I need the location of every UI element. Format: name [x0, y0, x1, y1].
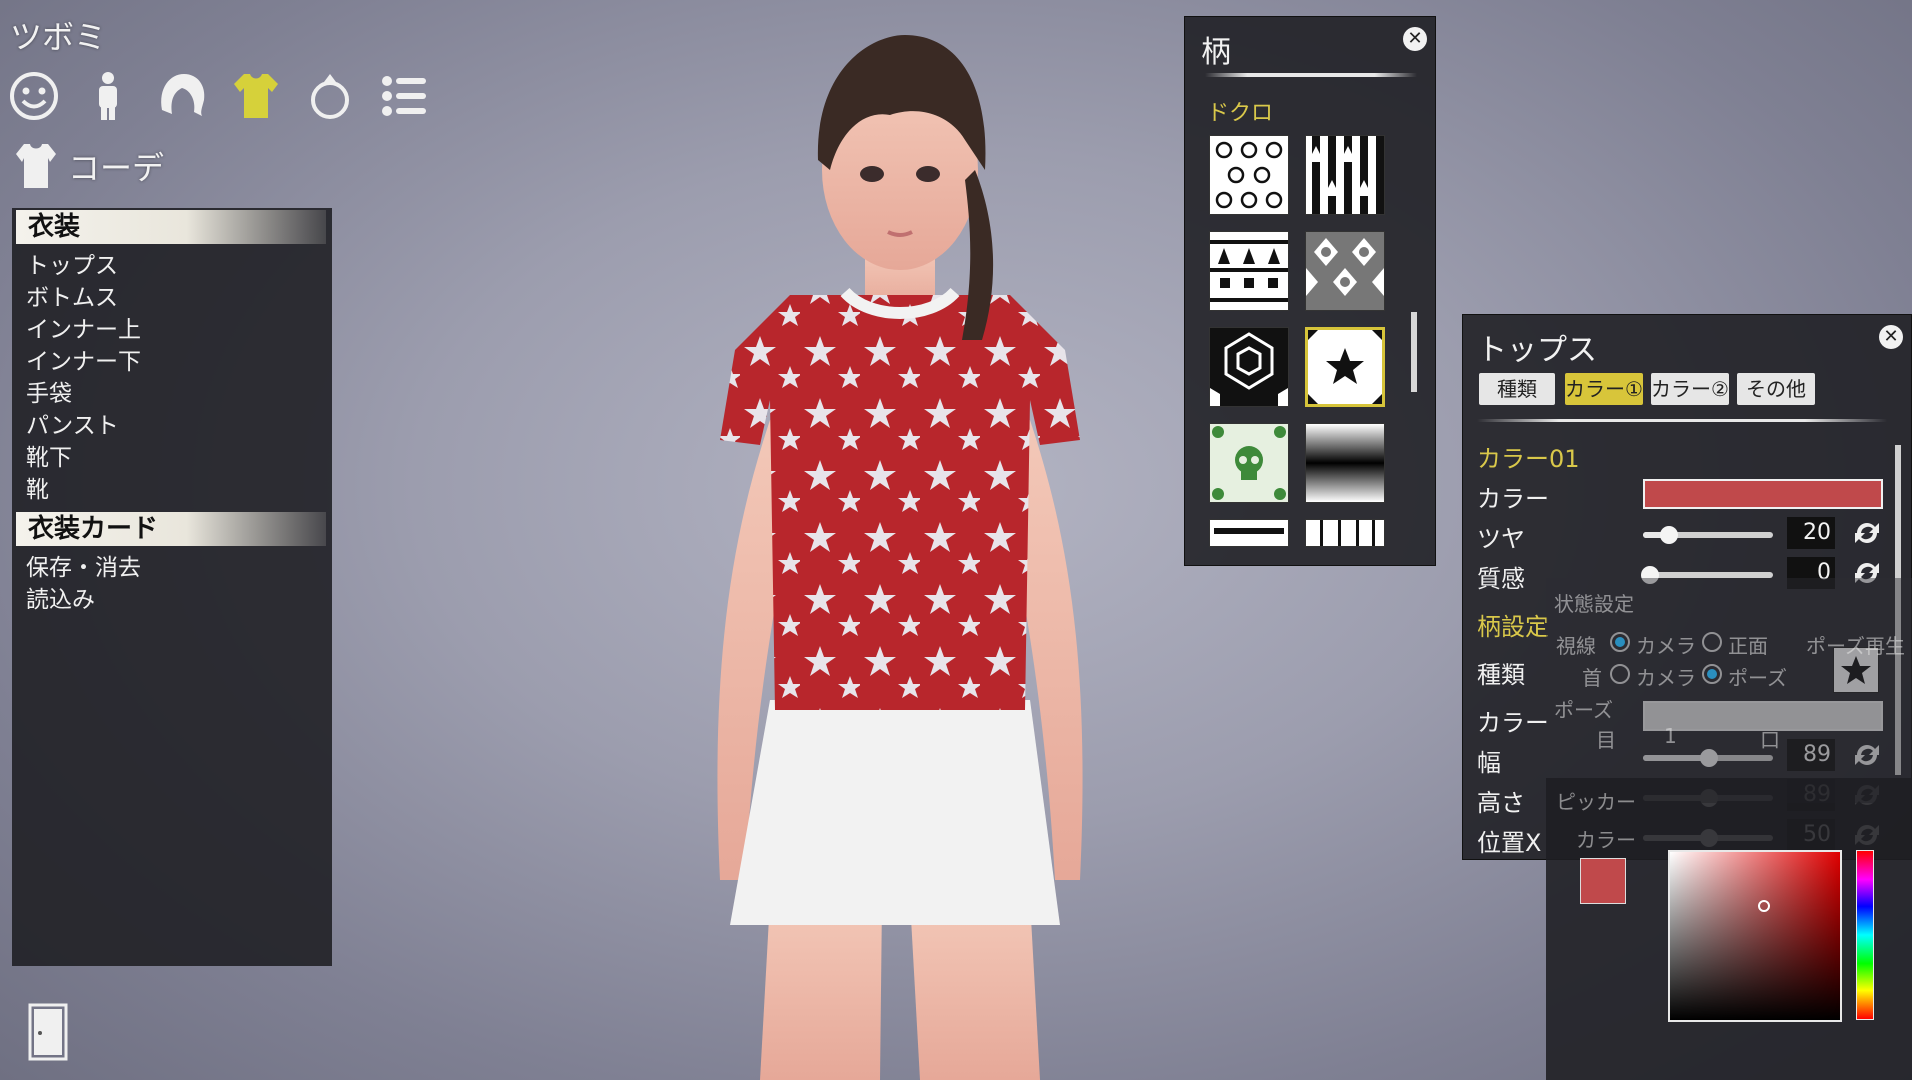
pattern-category-label: ドクロ [1207, 101, 1274, 126]
menu-item-load[interactable]: 読込み [12, 584, 332, 616]
pattern-swatch-arabesque[interactable] [1209, 135, 1289, 215]
height-label: 高さ [1477, 789, 1525, 817]
pose-label: ポーズ [1554, 698, 1613, 722]
character-model [717, 35, 1083, 1080]
gloss-slider[interactable] [1643, 526, 1773, 544]
pattern-swatch-star[interactable] [1305, 327, 1385, 407]
hue-slider[interactable] [1856, 850, 1874, 1020]
pattern-swatch-skull[interactable] [1209, 423, 1289, 503]
menu-item-bottoms[interactable]: ボトムス [12, 282, 332, 314]
pattern-swatch-partial-1[interactable] [1209, 519, 1289, 547]
current-color-swatch[interactable] [1580, 858, 1626, 904]
status-panel: 状態設定 視線 カメラ 正面 ポーズ再生 首 カメラ ポーズ ポーズ 目 1 口 [1546, 578, 1912, 803]
gaze-camera-radio[interactable] [1610, 632, 1630, 652]
pattern-swatch-diamond[interactable] [1305, 231, 1385, 311]
gaze-camera-label: カメラ [1636, 634, 1696, 658]
pattern-color-label: カラー [1477, 709, 1549, 737]
tab-color-2[interactable]: カラー② [1651, 373, 1729, 405]
clothing-header: 衣装 [16, 210, 326, 244]
eye-value: 1 [1664, 724, 1677, 748]
tab-other[interactable]: その他 [1737, 373, 1815, 405]
pattern-type-label: 種類 [1477, 661, 1525, 689]
gloss-value[interactable]: 20 [1787, 517, 1835, 549]
tops-close-button[interactable]: ✕ [1879, 325, 1903, 349]
list-icon[interactable] [378, 70, 430, 122]
face-icon[interactable] [8, 70, 60, 122]
pattern-swatch-partial-2[interactable] [1305, 519, 1385, 547]
picker-color-label: カラー [1576, 828, 1636, 852]
mouth-label: 口 [1760, 728, 1780, 752]
character-name: ツボミ [10, 18, 107, 56]
picker-label: ピッカー [1556, 790, 1636, 814]
color-cursor[interactable] [1758, 900, 1770, 912]
pose-play-label: ポーズ再生 [1806, 634, 1905, 658]
exit-door-icon[interactable] [28, 1003, 68, 1061]
tab-color-1[interactable]: カラー① [1565, 373, 1643, 405]
menu-item-inner-bottom[interactable]: インナー下 [12, 346, 332, 378]
main-color-bar[interactable] [1643, 479, 1883, 509]
gaze-label: 視線 [1556, 634, 1596, 658]
menu-item-socks[interactable]: 靴下 [12, 442, 332, 474]
gloss-slider-knob[interactable] [1660, 526, 1678, 544]
neck-camera-label: カメラ [1636, 666, 1696, 690]
gaze-front-label: 正面 [1728, 634, 1768, 658]
color-picker: ピッカー カラー [1546, 778, 1912, 1080]
coordinate-title-label: コーデ [68, 149, 165, 187]
shirt-icon [16, 144, 56, 188]
tab-divider [1477, 419, 1887, 422]
width-label: 幅 [1477, 749, 1501, 777]
menu-item-inner-top[interactable]: インナー上 [12, 314, 332, 346]
color-label: カラー [1477, 485, 1549, 513]
card-header: 衣装カード [16, 512, 326, 546]
title-divider [1205, 73, 1417, 77]
pattern-swatch-kikkou[interactable] [1209, 327, 1289, 407]
eye-label: 目 [1596, 728, 1616, 752]
clothes-icon[interactable] [230, 70, 282, 122]
clothing-menu: 衣装 トップス ボトムス インナー上 インナー下 手袋 パンスト 靴下 靴 衣装… [12, 208, 332, 966]
neck-label: 首 [1582, 666, 1602, 690]
color-section-title: カラー01 [1477, 445, 1580, 473]
pos-x-label: 位置X [1477, 829, 1542, 857]
texture-label: 質感 [1477, 565, 1525, 593]
menu-item-gloves[interactable]: 手袋 [12, 378, 332, 410]
pattern-window-title: 柄 [1201, 35, 1231, 70]
status-panel-title: 状態設定 [1554, 592, 1634, 616]
tab-type[interactable]: 種類 [1479, 373, 1555, 405]
pattern-scrollbar[interactable] [1411, 312, 1417, 392]
pattern-section-title: 柄設定 [1477, 613, 1549, 641]
pattern-swatch-nordic[interactable] [1209, 231, 1289, 311]
pattern-window: 柄 ✕ ドクロ [1184, 16, 1436, 566]
menu-item-tops[interactable]: トップス [12, 250, 332, 282]
body-icon[interactable] [82, 70, 134, 122]
saturation-value-square[interactable] [1668, 850, 1842, 1022]
coordinate-title: コーデ [14, 140, 164, 192]
pattern-swatch-gradient[interactable] [1305, 423, 1385, 503]
tops-panel-title: トップス [1477, 333, 1597, 368]
gaze-front-radio[interactable] [1702, 632, 1722, 652]
neck-camera-radio[interactable] [1610, 664, 1630, 684]
gloss-reset-icon[interactable] [1851, 517, 1883, 549]
hair-icon[interactable] [156, 70, 208, 122]
pattern-swatch-arrow-feather[interactable] [1305, 135, 1385, 215]
category-icon-bar [8, 70, 430, 122]
neck-pose-radio[interactable] [1702, 664, 1722, 684]
menu-item-pantyhose[interactable]: パンスト [12, 410, 332, 442]
neck-pose-label: ポーズ [1728, 666, 1787, 690]
gloss-label: ツヤ [1477, 525, 1525, 553]
pattern-close-button[interactable]: ✕ [1403, 27, 1427, 51]
menu-item-shoes[interactable]: 靴 [12, 474, 332, 506]
accessory-icon[interactable] [304, 70, 356, 122]
menu-item-save-delete[interactable]: 保存・消去 [12, 552, 332, 584]
